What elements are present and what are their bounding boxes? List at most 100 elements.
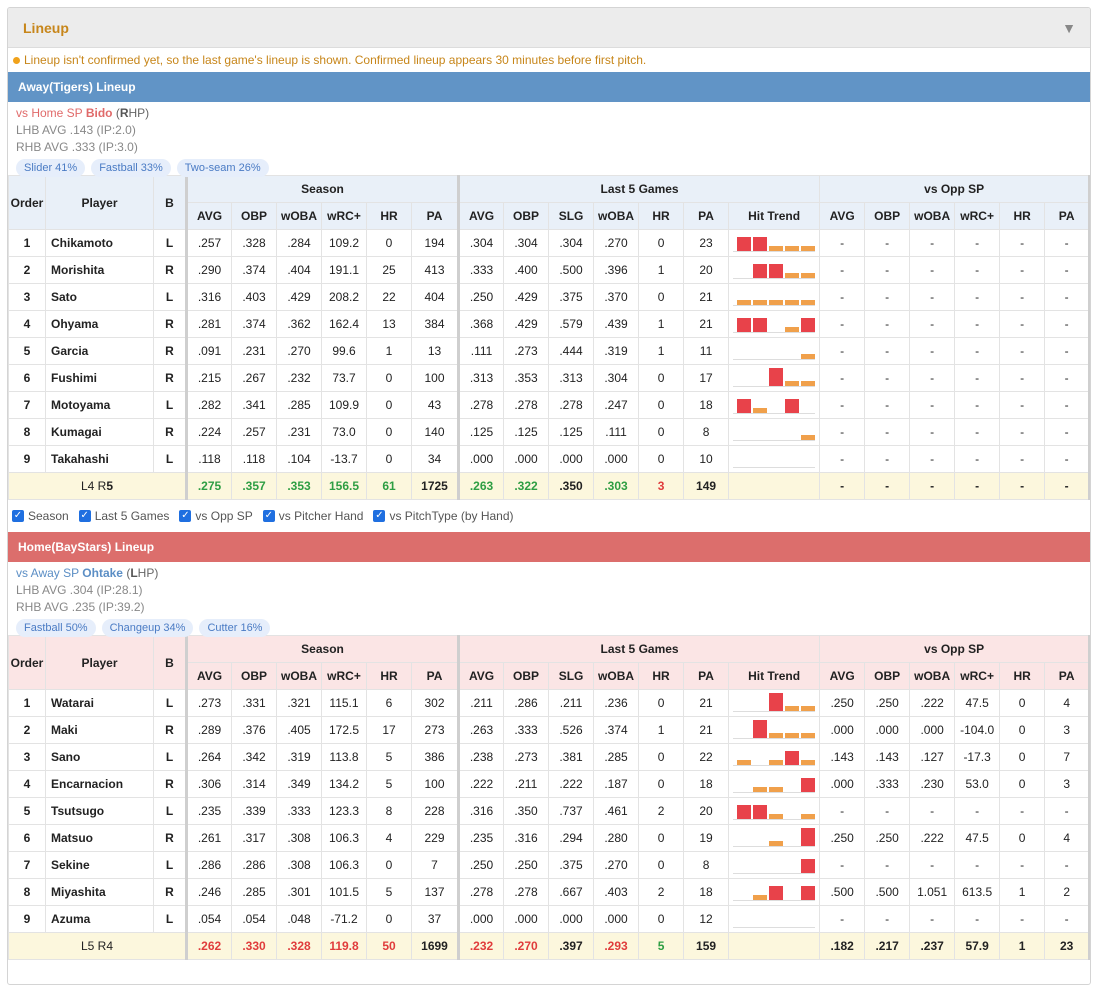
player-name[interactable]: Matsuo	[45, 824, 154, 852]
col-last5-woba[interactable]: wOBA	[593, 202, 640, 230]
player-name[interactable]: Maki	[45, 716, 154, 744]
col-season-avg[interactable]: AVG	[185, 662, 232, 690]
col-season-obp[interactable]: OBP	[231, 202, 277, 230]
toggle-vs-pitchtype[interactable]: ✓ vs PitchType (by Hand)	[373, 509, 514, 523]
checkbox-checked-icon[interactable]: ✓	[12, 510, 24, 522]
col-vsopp-hr[interactable]: HR	[999, 662, 1046, 690]
toggle-vs-pitcher-hand[interactable]: ✓ vs Pitcher Hand	[262, 509, 363, 523]
toggle-label: vs Opp SP	[195, 509, 253, 523]
col-last5-pa[interactable]: PA	[683, 662, 730, 690]
col-vsopp-wrc[interactable]: wRC+	[954, 662, 1001, 690]
last5-stat: 0	[638, 770, 685, 798]
bats-hand: R	[153, 824, 187, 852]
player-name[interactable]: Encarnacion	[45, 770, 154, 798]
col-last5-woba[interactable]: wOBA	[593, 662, 640, 690]
player-name[interactable]: Takahashi	[45, 445, 154, 473]
col-last5-slg[interactable]: SLG	[548, 202, 595, 230]
player-name[interactable]: Tsutsugo	[45, 797, 154, 825]
toggle-season[interactable]: ✓ Season	[12, 509, 69, 523]
season-stat: .333	[276, 797, 322, 825]
player-name[interactable]: Sato	[45, 283, 154, 311]
col-last5-trend[interactable]: Hit Trend	[728, 202, 821, 230]
vsopp-stat: -	[864, 851, 911, 879]
col-season-avg[interactable]: AVG	[185, 202, 232, 230]
checkbox-checked-icon[interactable]: ✓	[179, 510, 192, 522]
lineup-panel: Lineup ▼ Lineup isn't confirmed yet, so …	[7, 7, 1091, 985]
col-season-hr[interactable]: HR	[366, 662, 412, 690]
col-vsopp-wrc[interactable]: wRC+	[954, 202, 1001, 230]
player-name[interactable]: Miyashita	[45, 878, 154, 906]
player-name[interactable]: Chikamoto	[45, 229, 154, 257]
col-last5-trend[interactable]: Hit Trend	[728, 662, 821, 690]
col-season-obp[interactable]: OBP	[231, 662, 277, 690]
batting-order: 5	[8, 337, 46, 365]
player-name[interactable]: Morishita	[45, 256, 154, 284]
col-vsopp-woba[interactable]: wOBA	[909, 662, 956, 690]
col-order[interactable]: Order	[8, 175, 46, 230]
col-vsopp-hr[interactable]: HR	[999, 202, 1046, 230]
player-name[interactable]: Azuma	[45, 905, 154, 933]
col-bats[interactable]: B	[153, 635, 187, 690]
season-stat: 34	[410, 445, 460, 473]
col-season-pa[interactable]: PA	[410, 662, 460, 690]
col-vsopp-woba[interactable]: wOBA	[909, 202, 956, 230]
sp-name[interactable]: Ohtake	[82, 566, 123, 580]
season-stat: .289	[185, 716, 232, 744]
notice-text: Lineup isn't confirmed yet, so the last …	[24, 53, 647, 67]
checkbox-checked-icon[interactable]: ✓	[78, 510, 91, 522]
col-season-woba[interactable]: wOBA	[276, 662, 322, 690]
col-extra-avg[interactable]: AVG	[1088, 662, 1090, 690]
vsopp-stat: -	[999, 364, 1046, 392]
toggle-last5[interactable]: ✓ Last 5 Games	[78, 509, 169, 523]
vsopp-stat: -	[909, 418, 956, 446]
season-stat: .232	[276, 364, 322, 392]
col-vsopp-avg[interactable]: AVG	[819, 202, 866, 230]
total-trend	[728, 472, 821, 500]
checkbox-checked-icon[interactable]: ✓	[262, 510, 275, 522]
col-vsopp-pa[interactable]: PA	[1044, 662, 1090, 690]
col-season-wrc[interactable]: wRC+	[321, 662, 367, 690]
toggle-vs-opp-sp[interactable]: ✓ vs Opp SP	[179, 509, 253, 523]
last5-stat: 0	[638, 391, 685, 419]
sp-name[interactable]: Bido	[86, 106, 113, 120]
lineup-header[interactable]: Lineup ▼	[8, 8, 1090, 48]
col-last5-pa[interactable]: PA	[683, 202, 730, 230]
col-last5-hr[interactable]: HR	[638, 202, 685, 230]
col-vsopp-obp[interactable]: OBP	[864, 202, 911, 230]
collapse-arrow-icon[interactable]: ▼	[1062, 20, 1076, 36]
col-last5-slg[interactable]: SLG	[548, 662, 595, 690]
season-stat: 384	[410, 310, 460, 338]
table-row: 3 Sato L .316.403.429 208.2 22 404.250.429.375…	[8, 283, 1090, 311]
vsopp-stat: -	[909, 256, 956, 284]
player-name[interactable]: Watarai	[45, 689, 154, 717]
player-name[interactable]: Ohyama	[45, 310, 154, 338]
checkbox-checked-icon[interactable]: ✓	[373, 510, 386, 522]
player-name[interactable]: Fushimi	[45, 364, 154, 392]
col-extra-avg[interactable]: AVG	[1088, 202, 1090, 230]
col-order[interactable]: Order	[8, 635, 46, 690]
col-bats[interactable]: B	[153, 175, 187, 230]
col-last5-obp[interactable]: OBP	[503, 202, 550, 230]
col-vsopp-avg[interactable]: AVG	[819, 662, 866, 690]
col-season-wrc[interactable]: wRC+	[321, 202, 367, 230]
col-last5-avg[interactable]: AVG	[457, 662, 505, 690]
player-name[interactable]: Kumagai	[45, 418, 154, 446]
col-season-woba[interactable]: wOBA	[276, 202, 322, 230]
player-name[interactable]: Sekine	[45, 851, 154, 879]
player-name[interactable]: Garcia	[45, 337, 154, 365]
col-player[interactable]: Player	[45, 635, 154, 690]
home-lineup-table: Order Player B Season Last 5 Games vs Opp SP A…	[8, 635, 1090, 960]
last5-stat: .278	[457, 391, 505, 419]
lineup-title: Lineup	[23, 19, 69, 36]
col-last5-hr[interactable]: HR	[638, 662, 685, 690]
col-vsopp-obp[interactable]: OBP	[864, 662, 911, 690]
col-player[interactable]: Player	[45, 175, 154, 230]
col-last5-avg[interactable]: AVG	[457, 202, 505, 230]
col-season-pa[interactable]: PA	[410, 202, 460, 230]
player-name[interactable]: Sano	[45, 743, 154, 771]
col-last5-obp[interactable]: OBP	[503, 662, 550, 690]
batting-order: 4	[8, 310, 46, 338]
col-season-hr[interactable]: HR	[366, 202, 412, 230]
player-name[interactable]: Motoyama	[45, 391, 154, 419]
col-vsopp-pa[interactable]: PA	[1044, 202, 1090, 230]
